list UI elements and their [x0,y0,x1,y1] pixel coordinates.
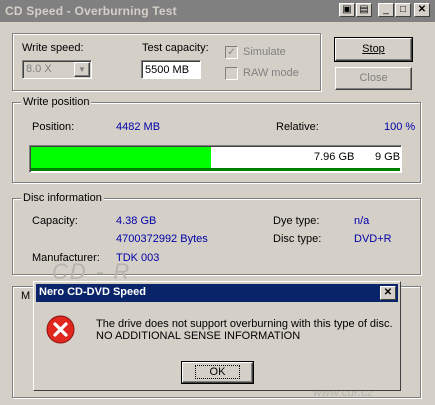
test-capacity-label: Test capacity: [142,42,209,54]
write-speed-select[interactable]: 8.0 X ▼ [22,60,92,79]
capacity-label: Capacity: [32,215,78,227]
window-titlebar: CD Speed - Overburning Test ▣ ▤ _ □ ✕ [0,0,435,22]
log-group-label: M [19,290,33,302]
position-value: 4482 MB [116,121,161,133]
progress-total-text: 9 GB [375,151,401,163]
test-capacity-input[interactable]: 5500 MB [141,60,201,79]
close-label: Close [359,72,388,84]
stop-button[interactable]: Stop [334,37,413,62]
simulate-checkbox[interactable]: ✓ [225,46,238,59]
write-position-group-label: Write position [21,96,92,108]
stop-label: Stop [362,43,385,55]
minimize-button[interactable]: _ [378,3,394,17]
relative-value: 100 % [384,121,416,133]
window-title: CD Speed - Overburning Test [5,4,177,18]
disc-type-value: DVD+R [354,233,392,245]
chevron-down-icon[interactable]: ▼ [74,62,90,77]
dialog-message-line-2: NO ADDITIONAL SENSE INFORMATION [96,330,301,342]
progress-total-strip [31,168,400,171]
test-capacity-value: 5500 MB [145,64,190,76]
dye-type-label: Dye type: [273,215,320,227]
ok-button[interactable]: OK [181,361,254,384]
position-label: Position: [32,121,75,133]
ok-label: OK [194,365,241,379]
write-progress-bar: 7.96 GB 9 GB [29,145,402,173]
write-speed-label: Write speed: [22,42,84,54]
dye-type-value: n/a [354,215,370,227]
error-icon [46,315,75,344]
disc-type-label: Disc type: [273,233,322,245]
progress-current-text: 7.96 GB [314,151,355,163]
dialog-title: Nero CD-DVD Speed [39,286,146,298]
capacity-bytes-value: 4700372992 Bytes [116,233,208,245]
dialog-message-line-1: The drive does not support overburning w… [96,318,393,330]
error-dialog: Nero CD-DVD Speed ✕ The drive does not s… [33,281,401,391]
help-icon[interactable]: ▣ [339,3,355,17]
save-icon[interactable]: ▤ [356,3,372,17]
raw-mode-checkbox[interactable] [225,67,238,80]
simulate-label: Simulate [243,46,286,58]
dialog-close-button[interactable]: ✕ [380,286,396,300]
dialog-titlebar: Nero CD-DVD Speed ✕ [36,284,398,302]
capacity-gb-value: 4.38 GB [116,215,157,227]
disc-information-group-label: Disc information [21,192,104,204]
maximize-button[interactable]: □ [395,3,411,17]
close-window-button[interactable]: ✕ [414,3,430,17]
write-speed-value: 8.0 X [26,63,52,75]
raw-mode-label: RAW mode [243,67,299,79]
write-progress-fill [31,147,211,169]
close-button[interactable]: Close [335,67,412,90]
relative-label: Relative: [276,121,319,133]
